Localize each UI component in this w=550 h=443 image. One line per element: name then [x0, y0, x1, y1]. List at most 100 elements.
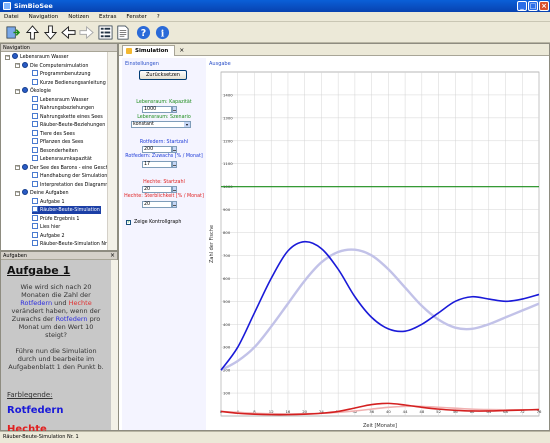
tree-expander[interactable]: −: [15, 190, 20, 196]
rot-start-field[interactable]: 200: [142, 146, 172, 153]
menu-navigation[interactable]: Navigation: [25, 12, 63, 22]
rot-growth-stepper[interactable]: [172, 161, 177, 168]
page-icon: [32, 206, 38, 212]
menu-fenster[interactable]: Fenster: [122, 12, 150, 22]
minimize-button[interactable]: _: [517, 1, 527, 11]
capacity-field[interactable]: 1000: [142, 106, 172, 113]
navigation-item[interactable]: Räuber-Beute-Beziehungen: [32, 121, 105, 129]
navigation-item[interactable]: Prüfe Ergebnis 1: [32, 214, 101, 223]
list-view-icon[interactable]: [97, 24, 113, 40]
navigation-item[interactable]: Aufgabe 1: [32, 197, 101, 206]
page-icon: [32, 197, 38, 204]
navigation-item[interactable]: Lebensraum Wasser: [12, 53, 101, 61]
navigation-item[interactable]: Räuber-Beute-Simulation Nr. 2: [32, 240, 113, 248]
navigation-item[interactable]: Tiere des Sees: [32, 129, 101, 138]
menu-extras[interactable]: Extras: [95, 12, 120, 22]
hech-start-label: Hechte: Startzahl: [143, 180, 185, 185]
maximize-button[interactable]: □: [528, 1, 538, 11]
hech-start-stepper[interactable]: [172, 186, 177, 193]
navigation-item[interactable]: Nahrungskette eines Sees: [32, 112, 103, 121]
exit-icon[interactable]: [4, 24, 20, 40]
tab-simulation[interactable]: Simulation ×: [122, 45, 184, 56]
navigation-item-label: Lebensraumkapazität: [40, 157, 92, 162]
folder-icon: [22, 61, 28, 68]
arrow-up-icon[interactable]: [24, 24, 40, 40]
navigation-item-label: Lebensraum Wasser: [20, 55, 69, 60]
navigation-item-label: Kurze Bedienungsanleitung: [40, 80, 106, 86]
navigation-item-label: Räuber-Beute-Simulation Nr. 1: [40, 208, 113, 213]
menu-notizen[interactable]: Notizen: [64, 12, 93, 22]
task-heading: Aufgabe 1: [7, 264, 71, 277]
rot-start-stepper[interactable]: [172, 146, 177, 153]
rot-growth-label: Rotfedern: Zuwachs [% / Monat]: [125, 154, 203, 159]
y-tick-label: 800: [223, 230, 231, 235]
hech-death-field[interactable]: 20: [142, 201, 172, 208]
navigation-item[interactable]: Lebensraumkapazität: [32, 155, 101, 163]
task-question: Wie wird sich nach 20 Monaten die Zahl d…: [7, 283, 105, 339]
navigation-item-label: Interpretation des Diagramms: [40, 182, 113, 188]
document-icon[interactable]: [114, 24, 130, 40]
tree-expander[interactable]: −: [15, 63, 20, 68]
toolbar: ? i: [0, 22, 550, 43]
arrow-down-icon[interactable]: [42, 24, 58, 40]
control-graph-label: Zeige Kontrollgraph: [134, 220, 182, 225]
navigation-item[interactable]: Handhabung der Simulation: [32, 172, 107, 180]
aufgaben-close-icon[interactable]: ×: [110, 252, 115, 260]
navigation-item[interactable]: Ökologie: [22, 87, 101, 95]
navigation-item[interactable]: Deine Aufgaben: [22, 189, 101, 197]
navigation-item[interactable]: Lebensraum Wasser: [32, 95, 101, 104]
navigation-item[interactable]: Interpretation des Diagramms: [32, 180, 112, 189]
reset-button[interactable]: Zurücksetzen: [139, 70, 187, 80]
close-button[interactable]: ×: [539, 1, 549, 11]
aufgaben-scrollbar[interactable]: [111, 260, 118, 430]
tree-expander[interactable]: −: [15, 88, 20, 94]
task-hechte-word: Hechte: [68, 299, 92, 307]
scenario-select[interactable]: konstant ▾: [131, 121, 191, 128]
info-icon[interactable]: i: [154, 24, 170, 40]
settings-panel: Einstellungen Zurücksetzen Lebensraum: K…: [122, 58, 206, 430]
page-icon: [32, 146, 38, 153]
output-panel: Ausgabe 100 200 300 400 500 600 700 800 900 1000 1…: [207, 58, 547, 430]
arrow-right-icon[interactable]: [78, 24, 94, 40]
help-icon[interactable]: ?: [135, 24, 151, 40]
navigation-item[interactable]: Nahrungsbeziehungen: [32, 104, 101, 112]
navigation-item[interactable]: Programmbenutzung: [32, 70, 101, 78]
navigation-item[interactable]: Pflanzen des Sees: [32, 138, 101, 146]
task-text-part: und: [52, 299, 69, 307]
navigation-item-label: Nahrungskette eines Sees: [40, 114, 103, 120]
capacity-stepper[interactable]: [172, 106, 177, 113]
task-instruction: Führe nun die Simulation durch und bearb…: [8, 347, 104, 371]
menu-help[interactable]: ?: [153, 12, 164, 22]
navigation-item-label: Deine Aufgaben: [30, 191, 69, 196]
navigation-scrollbar[interactable]: [107, 52, 117, 250]
y-tick-label: 600: [223, 276, 231, 281]
folder-icon: [22, 189, 28, 195]
navigation-item[interactable]: Besonderheiten: [32, 146, 101, 155]
tree-expander[interactable]: −: [5, 54, 10, 60]
menu-datei[interactable]: Datei: [0, 12, 23, 22]
x-tick-label: 40: [386, 409, 391, 414]
navigation-item[interactable]: Der See des Barons - eine Geschich: [22, 163, 116, 172]
navigation-item[interactable]: Aufgabe 2: [32, 231, 101, 240]
tab-close-icon[interactable]: ×: [179, 46, 184, 56]
rot-growth-field[interactable]: 17: [142, 161, 172, 168]
tree-expander[interactable]: −: [15, 165, 20, 170]
navigation-item-label: Lies hier: [40, 225, 61, 230]
aufgaben-panel: Aufgaben × Aufgabe 1 Wie wird sich nach …: [0, 251, 118, 435]
hech-start-field[interactable]: 20: [142, 186, 172, 193]
control-graph-checkbox[interactable]: ✓: [126, 220, 131, 225]
page-icon: [32, 112, 38, 119]
plot-area: [220, 71, 540, 417]
page-icon: [32, 95, 38, 102]
navigation-item-label: Räuber-Beute-Beziehungen: [40, 123, 106, 128]
hech-death-stepper[interactable]: [172, 201, 177, 208]
navigation-item-label: Prüfe Ergebnis 1: [40, 216, 80, 222]
navigation-item[interactable]: Die Computersimulation: [22, 61, 101, 70]
navigation-item[interactable]: Räuber-Beute-Simulation Nr. 1: [32, 206, 113, 214]
navigation-item[interactable]: Lies hier: [32, 223, 101, 231]
y-tick-label: 500: [223, 299, 231, 304]
navigation-item[interactable]: Kurze Bedienungsanleitung: [32, 78, 106, 87]
arrow-left-icon[interactable]: [60, 24, 76, 40]
navigation-item-label: Nahrungsbeziehungen: [40, 106, 95, 111]
task-rotfedern-word: Rotfedern: [20, 299, 53, 307]
